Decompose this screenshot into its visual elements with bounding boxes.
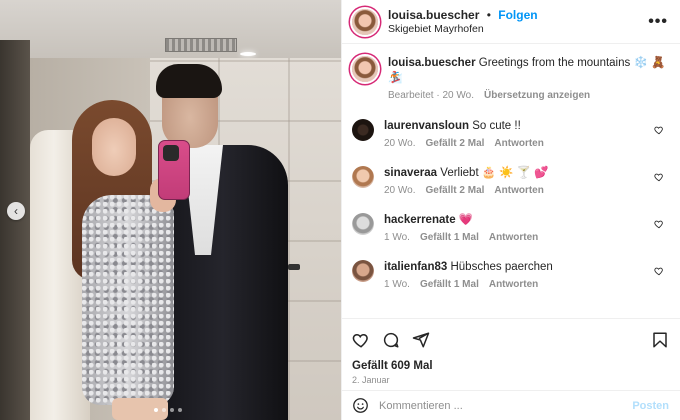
- comment-time: 20 Wo.: [384, 138, 416, 149]
- comment-body: hackerrenate 💗 1 Wo. Gefällt 1 Mal Antwo…: [384, 213, 668, 243]
- door: [0, 40, 30, 420]
- more-options-icon[interactable]: •••: [648, 13, 668, 31]
- comment-like-heart-icon[interactable]: [654, 125, 664, 135]
- comment-text-line: laurenvansloun So cute !!: [384, 119, 668, 134]
- comment-time: 1 Wo.: [384, 232, 410, 243]
- comment-likes[interactable]: Gefällt 2 Mal: [426, 138, 485, 149]
- post-image[interactable]: ‹: [0, 0, 341, 420]
- carousel-dot: [162, 408, 166, 412]
- post-date: 2. Januar: [352, 375, 390, 385]
- translate-link[interactable]: Übersetzung anzeigen: [484, 90, 590, 101]
- caption: louisa.buescher Greetings from the mount…: [352, 56, 668, 101]
- caption-text-line: louisa.buescher Greetings from the mount…: [388, 56, 668, 86]
- reply-button[interactable]: Antworten: [489, 232, 538, 243]
- comment-body: sinaveraa Verliebt 🎂 ☀️ 🍸 💕 20 Wo. Gefäl…: [384, 166, 668, 196]
- comment-text-line: hackerrenate 💗: [384, 213, 668, 228]
- author-meta: louisa.buescher • Folgen Skigebiet Mayrh…: [388, 8, 538, 36]
- reply-button[interactable]: Antworten: [489, 279, 538, 290]
- comment-username[interactable]: laurenvansloun: [384, 120, 469, 132]
- comment-body: laurenvansloun So cute !! 20 Wo. Gefällt…: [384, 119, 668, 149]
- comment-likes[interactable]: Gefällt 1 Mal: [420, 279, 479, 290]
- phone-camera: [163, 145, 179, 161]
- comment-text: Verliebt 🎂 ☀️ 🍸 💕: [440, 167, 549, 179]
- post-side-panel: louisa.buescher • Folgen Skigebiet Mayrh…: [341, 0, 680, 420]
- author-avatar[interactable]: [352, 8, 378, 35]
- comment-username[interactable]: hackerrenate: [384, 214, 456, 226]
- comment-username[interactable]: sinaveraa: [384, 167, 437, 179]
- caption-body: louisa.buescher Greetings from the mount…: [388, 56, 668, 101]
- comment-icon[interactable]: [382, 331, 400, 349]
- woman-face: [92, 118, 136, 176]
- caption-username[interactable]: louisa.buescher: [388, 57, 476, 69]
- post-comment-button[interactable]: Posten: [632, 400, 669, 412]
- comment-item: hackerrenate 💗 1 Wo. Gefällt 1 Mal Antwo…: [352, 213, 668, 243]
- sequin-dress: [82, 195, 174, 405]
- action-icons: [352, 327, 669, 353]
- commenter-avatar[interactable]: [352, 213, 374, 235]
- comment-text: 💗: [458, 214, 474, 226]
- comment-likes[interactable]: Gefällt 2 Mal: [426, 185, 485, 196]
- comment-text: Hübsches paerchen: [450, 261, 553, 273]
- caption-meta: Bearbeitet · 20 Wo. Übersetzung anzeigen: [388, 90, 668, 101]
- post-header: louisa.buescher • Folgen Skigebiet Mayrh…: [342, 0, 680, 44]
- comment-username[interactable]: italienfan83: [384, 261, 447, 273]
- comment-meta: 1 Wo. Gefällt 1 Mal Antworten: [384, 279, 668, 290]
- separator: •: [486, 7, 491, 22]
- comment-time: 1 Wo.: [384, 279, 410, 290]
- man-hair: [156, 64, 222, 98]
- caption-avatar[interactable]: [352, 56, 378, 82]
- follow-button[interactable]: Folgen: [498, 8, 537, 22]
- comments-list: louisa.buescher Greetings from the mount…: [342, 44, 680, 322]
- door-handle: [288, 264, 300, 270]
- comment-likes[interactable]: Gefällt 1 Mal: [420, 232, 479, 243]
- comment-text-line: sinaveraa Verliebt 🎂 ☀️ 🍸 💕: [384, 166, 668, 181]
- comment-text-line: italienfan83 Hübsches paerchen: [384, 260, 668, 275]
- comment-item: italienfan83 Hübsches paerchen 1 Wo. Gef…: [352, 260, 668, 290]
- reply-button[interactable]: Antworten: [494, 185, 543, 196]
- reply-button[interactable]: Antworten: [494, 138, 543, 149]
- location-link[interactable]: Skigebiet Mayrhofen: [388, 22, 538, 36]
- likes-count[interactable]: Gefällt 609 Mal: [352, 360, 669, 372]
- chevron-left-icon: ‹: [14, 204, 18, 218]
- caption-edited: Bearbeitet · 20 Wo.: [388, 90, 474, 101]
- comment-meta: 1 Wo. Gefällt 1 Mal Antworten: [384, 232, 668, 243]
- commenter-avatar[interactable]: [352, 260, 374, 282]
- comment-body: italienfan83 Hübsches paerchen 1 Wo. Gef…: [384, 260, 668, 290]
- author-username[interactable]: louisa.buescher: [388, 8, 479, 22]
- ceiling-vent: [165, 38, 237, 52]
- comment-like-heart-icon[interactable]: [654, 266, 664, 276]
- heart-icon[interactable]: [352, 331, 370, 349]
- comment-meta: 20 Wo. Gefällt 2 Mal Antworten: [384, 185, 668, 196]
- carousel-dot: [154, 408, 158, 412]
- comment-input[interactable]: [379, 399, 633, 412]
- comment-item: laurenvansloun So cute !! 20 Wo. Gefällt…: [352, 119, 668, 149]
- comment-item: sinaveraa Verliebt 🎂 ☀️ 🍸 💕 20 Wo. Gefäl…: [352, 166, 668, 196]
- comment-like-heart-icon[interactable]: [654, 172, 664, 182]
- commenter-avatar[interactable]: [352, 166, 374, 188]
- emoji-icon[interactable]: [352, 397, 369, 414]
- post-dialog: ‹ louisa.buescher • Folgen Skigebiet May…: [0, 0, 680, 420]
- carousel-dots: [154, 408, 182, 412]
- comment-like-heart-icon[interactable]: [654, 219, 664, 229]
- post-actions: Gefällt 609 Mal 2. Januar: [342, 318, 680, 385]
- comment-composer: Posten: [342, 390, 680, 420]
- ceiling-light: [240, 52, 256, 56]
- comment-meta: 20 Wo. Gefällt 2 Mal Antworten: [384, 138, 668, 149]
- share-icon[interactable]: [412, 331, 430, 349]
- carousel-dot: [178, 408, 182, 412]
- commenter-avatar[interactable]: [352, 119, 374, 141]
- previous-image-button[interactable]: ‹: [7, 202, 25, 220]
- carousel-dot: [170, 408, 174, 412]
- bookmark-icon[interactable]: [651, 331, 669, 349]
- comment-time: 20 Wo.: [384, 185, 416, 196]
- comment-text: So cute !!: [472, 120, 521, 132]
